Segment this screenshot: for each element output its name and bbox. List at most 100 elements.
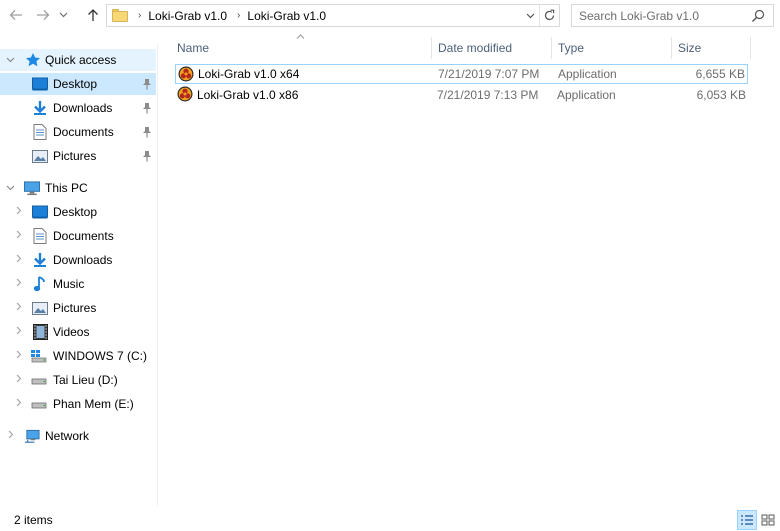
sidebar-item-network[interactable]: Network — [0, 425, 156, 447]
sidebar-item-label: Tai Lieu (D:) — [53, 373, 118, 387]
chevron-right-icon[interactable] — [13, 302, 25, 314]
large-icons-view-button[interactable] — [758, 510, 778, 530]
chevron-right-icon[interactable] — [13, 278, 25, 290]
breadcrumb-item[interactable]: Loki-Grab v1.0 — [247, 9, 326, 23]
drive-icon — [31, 372, 47, 388]
sidebar-item-label: Documents — [53, 229, 114, 243]
table-row[interactable]: Loki-Grab v1.0 x86 7/21/2019 7:13 PM App… — [175, 85, 748, 105]
column-header-name[interactable]: Name — [171, 35, 431, 60]
documents-icon — [32, 228, 48, 244]
desktop-icon — [32, 204, 48, 220]
sidebar-item-label: Downloads — [53, 253, 113, 267]
sidebar-item-quick-access[interactable]: Quick access — [0, 49, 156, 71]
search-box[interactable] — [571, 4, 774, 27]
sidebar-item-label: Network — [45, 429, 90, 443]
address-bar[interactable]: › Loki-Grab v1.0 › Loki-Grab v1.0 — [106, 4, 560, 27]
file-date-modified: 7/21/2019 7:07 PM — [438, 67, 540, 81]
sidebar-item-videos[interactable]: Videos — [0, 321, 156, 343]
search-icon[interactable] — [751, 9, 765, 23]
file-type: Application — [558, 67, 617, 81]
sidebar-item-documents[interactable]: Documents — [0, 121, 156, 143]
file-list-pane: Name Date modified Type Size Loki-Grab v… — [159, 31, 780, 506]
sidebar-item-pictures[interactable]: Pictures — [0, 145, 156, 167]
large-icons-view-icon — [761, 514, 775, 526]
sidebar-item-music[interactable]: Music — [0, 273, 156, 295]
search-input[interactable] — [579, 8, 749, 23]
refresh-icon — [544, 9, 555, 21]
folder-icon — [112, 9, 128, 22]
sidebar-item-windows-drive[interactable]: WINDOWS 7 (C:) — [0, 345, 156, 367]
chevron-right-icon[interactable] — [13, 206, 25, 218]
sidebar-item-label: Music — [53, 277, 85, 291]
item-count: 2 items — [14, 513, 53, 527]
videos-icon — [32, 324, 48, 340]
file-date-modified: 7/21/2019 7:13 PM — [437, 88, 539, 102]
file-name: Loki-Grab v1.0 x64 — [198, 67, 300, 81]
sidebar-item-desktop[interactable]: Desktop — [0, 201, 156, 223]
chevron-right-icon[interactable] — [13, 350, 25, 362]
chevron-down-icon — [59, 12, 67, 18]
chevron-down-icon[interactable] — [4, 55, 16, 66]
chevron-down-icon[interactable] — [4, 183, 16, 194]
biohazard-app-icon — [178, 66, 194, 82]
details-view-icon — [741, 515, 753, 525]
sidebar-item-documents[interactable]: Documents — [0, 225, 156, 247]
file-size: 6,655 KB — [695, 67, 745, 81]
chevron-right-icon[interactable] — [13, 230, 25, 242]
sidebar-item-label: WINDOWS 7 (C:) — [53, 349, 147, 363]
column-header-date-modified[interactable]: Date modified — [432, 35, 551, 60]
star-icon — [25, 52, 41, 68]
sidebar-item-drive-d[interactable]: Tai Lieu (D:) — [0, 369, 156, 391]
pin-icon[interactable] — [142, 102, 152, 114]
column-header-size[interactable]: Size — [672, 35, 750, 60]
chevron-right-icon[interactable] — [5, 430, 17, 442]
pin-icon[interactable] — [142, 150, 152, 162]
pin-icon[interactable] — [142, 78, 152, 90]
arrow-up-icon — [88, 9, 98, 21]
breadcrumb-item[interactable]: Loki-Grab v1.0 — [148, 9, 227, 23]
sidebar-item-this-pc[interactable]: This PC — [0, 177, 156, 199]
sidebar-item-label: Downloads — [53, 101, 113, 115]
sidebar-item-label: Videos — [53, 325, 90, 339]
address-toolbar: › Loki-Grab v1.0 › Loki-Grab v1.0 — [0, 0, 780, 31]
refresh-button[interactable] — [539, 5, 559, 26]
pictures-icon — [32, 300, 48, 316]
navigation-pane: Quick access Desktop Downloads Documents — [0, 44, 158, 506]
forward-button[interactable] — [33, 5, 53, 25]
network-icon — [24, 428, 40, 444]
sidebar-item-downloads[interactable]: Downloads — [0, 249, 156, 271]
sidebar-item-drive-e[interactable]: Phan Mem (E:) — [0, 393, 156, 415]
up-button[interactable] — [83, 5, 103, 25]
back-button[interactable] — [6, 5, 26, 25]
computer-icon — [24, 180, 40, 196]
recent-locations-button[interactable] — [56, 5, 70, 25]
sidebar-item-label: Quick access — [45, 53, 117, 67]
arrow-right-icon — [37, 10, 50, 20]
details-view-button[interactable] — [737, 510, 757, 530]
biohazard-app-icon — [177, 86, 193, 102]
column-header-type[interactable]: Type — [552, 35, 670, 60]
file-type: Application — [557, 88, 616, 102]
chevron-right-icon[interactable] — [13, 254, 25, 266]
address-dropdown-button[interactable] — [521, 11, 539, 21]
music-icon — [32, 276, 48, 292]
pin-icon[interactable] — [142, 126, 152, 138]
status-bar: 2 items — [0, 506, 780, 531]
sidebar-item-downloads[interactable]: Downloads — [0, 97, 156, 119]
sidebar-item-pictures[interactable]: Pictures — [0, 297, 156, 319]
sidebar-item-desktop[interactable]: Desktop — [0, 73, 156, 95]
column-divider[interactable] — [750, 37, 751, 59]
chevron-right-icon[interactable] — [13, 374, 25, 386]
drive-icon — [31, 396, 47, 412]
documents-icon — [32, 124, 48, 140]
chevron-down-icon — [526, 13, 534, 18]
sidebar-item-label: Documents — [53, 125, 114, 139]
file-size: 6,053 KB — [696, 88, 746, 102]
arrow-left-icon — [9, 10, 22, 20]
sidebar-item-label: Pictures — [53, 301, 97, 315]
table-row[interactable]: Loki-Grab v1.0 x64 7/21/2019 7:07 PM App… — [175, 64, 748, 84]
chevron-right-icon[interactable] — [13, 398, 25, 410]
pictures-icon — [32, 148, 48, 164]
breadcrumb-separator: › — [237, 10, 241, 21]
chevron-right-icon[interactable] — [13, 326, 25, 338]
